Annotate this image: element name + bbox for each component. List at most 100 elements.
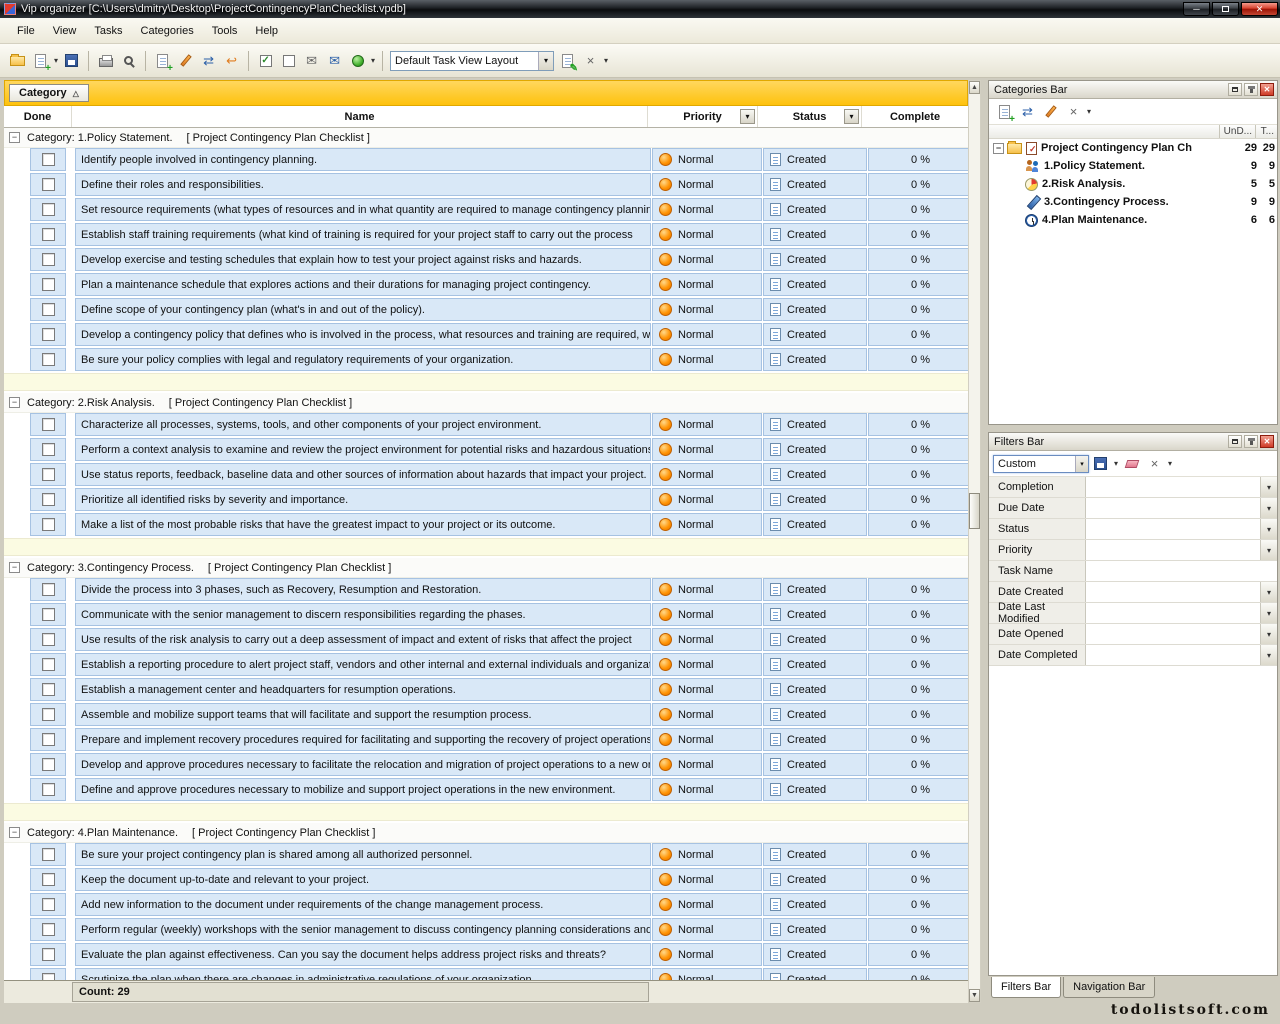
- task-status-cell[interactable]: Created: [763, 678, 867, 701]
- task-checkbox[interactable]: [42, 583, 55, 596]
- new-category-button[interactable]: +: [993, 101, 1016, 123]
- task-name-cell[interactable]: Prioritize all identified risks by sever…: [75, 488, 651, 511]
- task-checkbox[interactable]: [42, 418, 55, 431]
- send-task-button[interactable]: ✉: [300, 50, 323, 72]
- task-complete-cell[interactable]: 0 %: [868, 413, 968, 436]
- column-header-name[interactable]: Name: [72, 106, 648, 127]
- restore-panel-icon[interactable]: [1228, 83, 1242, 96]
- task-complete-cell[interactable]: 0 %: [868, 513, 968, 536]
- task-complete-cell[interactable]: 0 %: [868, 298, 968, 321]
- filter-preset-combobox[interactable]: Custom ▾: [993, 455, 1089, 473]
- task-complete-cell[interactable]: 0 %: [868, 348, 968, 371]
- task-name-cell[interactable]: Prepare and implement recovery procedure…: [75, 728, 651, 751]
- task-complete-cell[interactable]: 0 %: [868, 273, 968, 296]
- filter-dropdown-button[interactable]: ▾: [1260, 519, 1277, 539]
- filter-value-input[interactable]: ▾: [1086, 582, 1277, 602]
- task-checkbox[interactable]: [42, 353, 55, 366]
- task-complete-cell[interactable]: 0 %: [868, 148, 968, 171]
- task-priority-cell[interactable]: Normal: [652, 223, 762, 246]
- task-checkbox[interactable]: [42, 923, 55, 936]
- minimize-button[interactable]: ─: [1183, 2, 1210, 16]
- menu-tasks[interactable]: Tasks: [85, 22, 131, 40]
- print-preview-button[interactable]: [117, 50, 140, 72]
- task-checkbox[interactable]: [42, 153, 55, 166]
- filter-value-input[interactable]: [1086, 561, 1277, 581]
- task-complete-cell[interactable]: 0 %: [868, 628, 968, 651]
- task-name-cell[interactable]: Define scope of your contingency plan (w…: [75, 298, 651, 321]
- edit-task-button[interactable]: [174, 50, 197, 72]
- task-checkbox[interactable]: [42, 328, 55, 341]
- group-by-category-button[interactable]: Category △: [9, 84, 89, 102]
- task-status-cell[interactable]: Created: [763, 273, 867, 296]
- collapse-group-icon[interactable]: −: [9, 827, 20, 838]
- close-button[interactable]: ✕: [1241, 2, 1278, 16]
- task-name-cell[interactable]: Establish a management center and headqu…: [75, 678, 651, 701]
- collapse-group-icon[interactable]: −: [9, 562, 20, 573]
- task-status-cell[interactable]: Created: [763, 173, 867, 196]
- task-status-cell[interactable]: Created: [763, 148, 867, 171]
- new-dropdown-arrow-icon[interactable]: ▾: [54, 56, 58, 65]
- task-checkbox[interactable]: [42, 203, 55, 216]
- task-status-cell[interactable]: Created: [763, 298, 867, 321]
- task-priority-cell[interactable]: Normal: [652, 323, 762, 346]
- menu-view[interactable]: View: [44, 22, 86, 40]
- save-button[interactable]: [60, 50, 83, 72]
- task-name-cell[interactable]: Set resource requirements (what types of…: [75, 198, 651, 221]
- tree-column-total[interactable]: T...: [1255, 125, 1277, 138]
- task-status-cell[interactable]: Created: [763, 843, 867, 866]
- task-checkbox[interactable]: [42, 848, 55, 861]
- filter-value-input[interactable]: ▾: [1086, 645, 1277, 665]
- task-priority-cell[interactable]: Normal: [652, 198, 762, 221]
- task-status-cell[interactable]: Created: [763, 943, 867, 966]
- task-status-cell[interactable]: Created: [763, 918, 867, 941]
- category-tree-button[interactable]: ⇄: [1016, 101, 1039, 123]
- task-priority-cell[interactable]: Normal: [652, 918, 762, 941]
- task-name-cell[interactable]: Plan a maintenance schedule that explore…: [75, 273, 651, 296]
- mark-incomplete-button[interactable]: [277, 50, 300, 72]
- task-status-cell[interactable]: Created: [763, 513, 867, 536]
- category-tree-item[interactable]: −Project Contingency Plan Ch2929: [989, 139, 1277, 157]
- menu-tools[interactable]: Tools: [203, 22, 247, 40]
- task-status-cell[interactable]: Created: [763, 348, 867, 371]
- collapse-group-icon[interactable]: −: [9, 132, 20, 143]
- clear-filter-button[interactable]: [1120, 453, 1143, 475]
- column-header-priority[interactable]: Priority ▾: [648, 106, 758, 127]
- category-tree-item[interactable]: 4.Plan Maintenance.66: [989, 211, 1277, 229]
- task-complete-cell[interactable]: 0 %: [868, 223, 968, 246]
- flag-dropdown-arrow-icon[interactable]: ▾: [371, 56, 375, 65]
- task-priority-cell[interactable]: Normal: [652, 488, 762, 511]
- task-priority-cell[interactable]: Normal: [652, 298, 762, 321]
- task-checkbox[interactable]: [42, 873, 55, 886]
- category-tree-item[interactable]: 1.Policy Statement.99: [989, 157, 1277, 175]
- print-button[interactable]: [94, 50, 117, 72]
- tree-column-undone[interactable]: UnD...: [1219, 125, 1255, 138]
- receive-task-button[interactable]: ✉: [323, 50, 346, 72]
- column-header-done[interactable]: Done: [4, 106, 72, 127]
- filter-value-input[interactable]: ▾: [1086, 498, 1277, 518]
- task-status-cell[interactable]: Created: [763, 778, 867, 801]
- task-checkbox[interactable]: [42, 633, 55, 646]
- task-name-cell[interactable]: Make a list of the most probable risks t…: [75, 513, 651, 536]
- task-priority-cell[interactable]: Normal: [652, 728, 762, 751]
- status-flag-button[interactable]: [346, 50, 369, 72]
- column-header-complete[interactable]: Complete: [862, 106, 968, 127]
- task-priority-cell[interactable]: Normal: [652, 653, 762, 676]
- task-status-cell[interactable]: Created: [763, 488, 867, 511]
- task-priority-cell[interactable]: Normal: [652, 843, 762, 866]
- task-checkbox[interactable]: [42, 228, 55, 241]
- filters-toolbar-overflow-icon[interactable]: ▾: [1168, 459, 1172, 468]
- task-complete-cell[interactable]: 0 %: [868, 918, 968, 941]
- task-name-cell[interactable]: Scrutinize the plan when there are chang…: [75, 968, 651, 980]
- task-status-cell[interactable]: Created: [763, 728, 867, 751]
- task-complete-cell[interactable]: 0 %: [868, 578, 968, 601]
- task-complete-cell[interactable]: 0 %: [868, 728, 968, 751]
- undo-complete-button[interactable]: ↩: [220, 50, 243, 72]
- task-name-cell[interactable]: Develop a contingency policy that define…: [75, 323, 651, 346]
- task-checkbox[interactable]: [42, 708, 55, 721]
- task-complete-cell[interactable]: 0 %: [868, 968, 968, 980]
- task-complete-cell[interactable]: 0 %: [868, 943, 968, 966]
- filter-dropdown-button[interactable]: ▾: [1260, 645, 1277, 665]
- task-complete-cell[interactable]: 0 %: [868, 463, 968, 486]
- task-name-cell[interactable]: Define and approve procedures necessary …: [75, 778, 651, 801]
- task-complete-cell[interactable]: 0 %: [868, 173, 968, 196]
